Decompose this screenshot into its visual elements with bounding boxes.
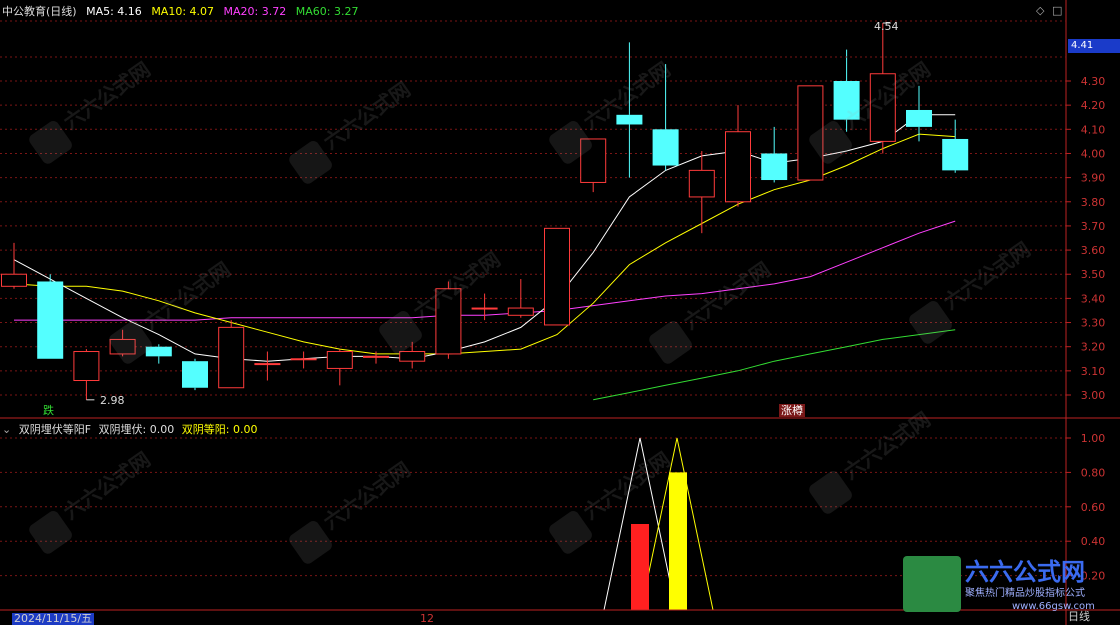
candle-body-up bbox=[725, 131, 751, 203]
limit-up-tag: 涨樽 bbox=[779, 404, 805, 417]
fall-signal-tag: 跌 bbox=[43, 404, 54, 417]
ma5-value: MA5: 4.16 bbox=[86, 5, 142, 18]
ma60-line bbox=[593, 329, 956, 401]
price-tick-label: 4.20 bbox=[1081, 99, 1106, 112]
diamond-icon[interactable]: ◇ bbox=[1036, 4, 1044, 17]
candle-body-up bbox=[73, 351, 100, 382]
candle-body-up bbox=[326, 351, 353, 369]
price-tick-label: 3.00 bbox=[1081, 389, 1106, 402]
low-price-label: 2.98 bbox=[100, 394, 125, 407]
price-tick-label: 3.60 bbox=[1081, 244, 1106, 257]
candle-body-down bbox=[761, 153, 788, 181]
candle-body-down bbox=[906, 109, 932, 127]
watermark-brand-text: 六六公式网 bbox=[319, 77, 415, 154]
candle-body-down bbox=[182, 361, 208, 388]
watermark-tile: 六六公式网 bbox=[909, 237, 1035, 344]
watermark-tile: 六六公式网 bbox=[289, 457, 415, 564]
price-tick-label: 4.30 bbox=[1081, 75, 1106, 88]
cursor-date: 2024/11/15/五 bbox=[12, 612, 95, 625]
chevron-down-icon[interactable]: ⌄ bbox=[2, 423, 11, 436]
watermark-slogan: 聚焦热门精品炒股指标公式 bbox=[965, 588, 1085, 599]
indicator-value-2: 双阴等阳: 0.00 bbox=[181, 423, 258, 436]
indicator-tick-label: 0.60 bbox=[1081, 501, 1106, 514]
watermark-brand-text: 六六公式网 bbox=[939, 237, 1035, 314]
price-tick-label: 3.90 bbox=[1081, 172, 1106, 185]
indicator-header: ⌄ 双阴埋伏等阳F 双阴埋伏: 0.00 双阴等阳: 0.00 bbox=[2, 421, 261, 437]
watermark-brand-text: 六六公式网 bbox=[59, 447, 155, 524]
price-tick-label: 3.70 bbox=[1081, 220, 1106, 233]
price-axis: 4.30 4.20 4.10 4.00 3.90 3.80 3.70 3.60 3.50 3.40… bbox=[1066, 75, 1105, 583]
price-tick-label: 3.50 bbox=[1081, 268, 1106, 281]
candle-body-up bbox=[1, 273, 27, 287]
indicator-tick-label: 1.00 bbox=[1081, 432, 1106, 445]
ma60-value: MA60: 3.27 bbox=[295, 5, 359, 18]
candle-body-up bbox=[290, 358, 317, 361]
indicator-name[interactable]: 双阴埋伏等阳F bbox=[19, 423, 91, 436]
candle-body-up bbox=[399, 351, 426, 362]
candle-body-up bbox=[544, 227, 570, 326]
watermark-brand-text: 六六公式网 bbox=[59, 57, 155, 134]
indicator-tick-label: 0.80 bbox=[1081, 466, 1106, 479]
stock-title[interactable]: 中公教育(日线) bbox=[2, 5, 77, 18]
price-tick-label: 3.80 bbox=[1081, 196, 1106, 209]
watermark-tile: 六六公式网 bbox=[29, 57, 155, 164]
watermark-brand: 六六公式网 bbox=[965, 558, 1085, 586]
price-tick-label: 3.30 bbox=[1081, 317, 1106, 330]
candle-body-up bbox=[507, 307, 534, 316]
price-tick-label: 3.10 bbox=[1081, 365, 1106, 378]
indicator-tick-label: 0.40 bbox=[1081, 535, 1106, 548]
ma10-value: MA10: 4.07 bbox=[151, 5, 215, 18]
maximize-icon[interactable]: □ bbox=[1052, 4, 1062, 17]
watermark-brand-text: 六六公式网 bbox=[579, 447, 675, 524]
watermark-tile: 六六公式网 bbox=[29, 447, 155, 554]
signal-bar-yellow bbox=[669, 472, 687, 610]
watermark-tile: 六六公式网 bbox=[289, 77, 415, 184]
indicator-value-1: 双阴埋伏: 0.00 bbox=[98, 423, 175, 436]
current-price-flag: 4.41 bbox=[1068, 39, 1120, 53]
candle-body-up bbox=[471, 307, 498, 310]
watermark-brand-text: 六六公式网 bbox=[319, 457, 415, 534]
candle-body-down bbox=[652, 129, 679, 166]
candle-body-up bbox=[688, 169, 715, 198]
watermark-tile: 六六公式网 bbox=[649, 257, 775, 364]
price-tick-label: 3.20 bbox=[1081, 341, 1106, 354]
chart-canvas[interactable]: 六六公式网 六六公式网 六六公式网 六六公式网六六公式网 六六公式网 六六公式网 六六公式网… bbox=[0, 0, 1120, 625]
candle-body-up bbox=[363, 355, 389, 358]
price-tick-label: 3.40 bbox=[1081, 292, 1106, 305]
candle-body-down bbox=[37, 281, 64, 359]
price-tick-label: 4.00 bbox=[1081, 147, 1106, 160]
candle-body-up bbox=[254, 363, 281, 366]
chart-header: 中公教育(日线) MA5: 4.16 MA10: 4.07 MA20: 3.72… bbox=[2, 3, 364, 19]
watermark-url: www.66gsw.com bbox=[1012, 601, 1095, 612]
signal-bar-red bbox=[631, 524, 649, 610]
high-price-label: 4.54 bbox=[874, 20, 899, 33]
candle-body-up bbox=[218, 326, 245, 389]
brand-logo-icon bbox=[903, 556, 961, 612]
ma20-value: MA20: 3.72 bbox=[223, 5, 287, 18]
candle-body-down bbox=[942, 138, 969, 171]
month-marker: 12 bbox=[420, 612, 434, 625]
watermark-tile: 六六公式网 bbox=[809, 407, 935, 514]
candle-body-down bbox=[616, 114, 643, 125]
price-tick-label: 4.10 bbox=[1081, 123, 1106, 136]
